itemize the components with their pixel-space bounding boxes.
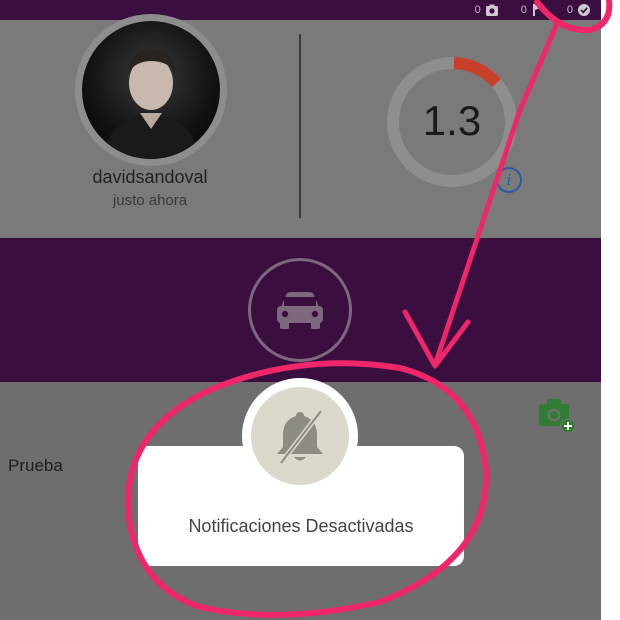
flag-counter[interactable]: 0 [521,3,545,17]
status-counters: 0 0 0 [475,0,591,20]
check-counter[interactable]: 0 [567,3,591,17]
check-count: 0 [566,4,573,16]
info-icon[interactable]: i [496,167,522,193]
username: davidsandoval [92,167,208,187]
profile-divider [299,34,301,218]
profile-panel: davidsandoval justo ahora 1.3 i [0,14,601,238]
flag-icon [532,4,543,16]
vehicle-button[interactable] [248,258,352,362]
photo-count: 0 [474,4,481,16]
add-photo-button[interactable] [538,396,578,434]
car-icon [277,292,323,329]
bell-circle [251,387,349,485]
score-value: 1.3 [422,97,482,144]
photo-counter[interactable]: 0 [475,3,499,17]
avatar-ring[interactable] [75,14,227,166]
avatar-photo [102,49,200,159]
toast-icon-badge [242,378,358,494]
toast-message: Notificaciones Desactivadas [188,516,414,536]
camera-icon [485,4,498,16]
screen-edge [601,0,620,620]
last-seen: justo ahora [112,192,188,209]
bell-slash-icon [277,409,323,465]
camera-add-icon [539,399,576,434]
avatar [82,21,220,159]
app-screen: 0 0 0 davidsandoval justo ahora 1.3 i Pr… [0,0,601,620]
check-badge-icon [578,4,590,16]
list-item-label[interactable]: Prueba [8,456,63,476]
top-bar: 0 0 0 [0,0,601,20]
flag-count: 0 [520,4,527,16]
